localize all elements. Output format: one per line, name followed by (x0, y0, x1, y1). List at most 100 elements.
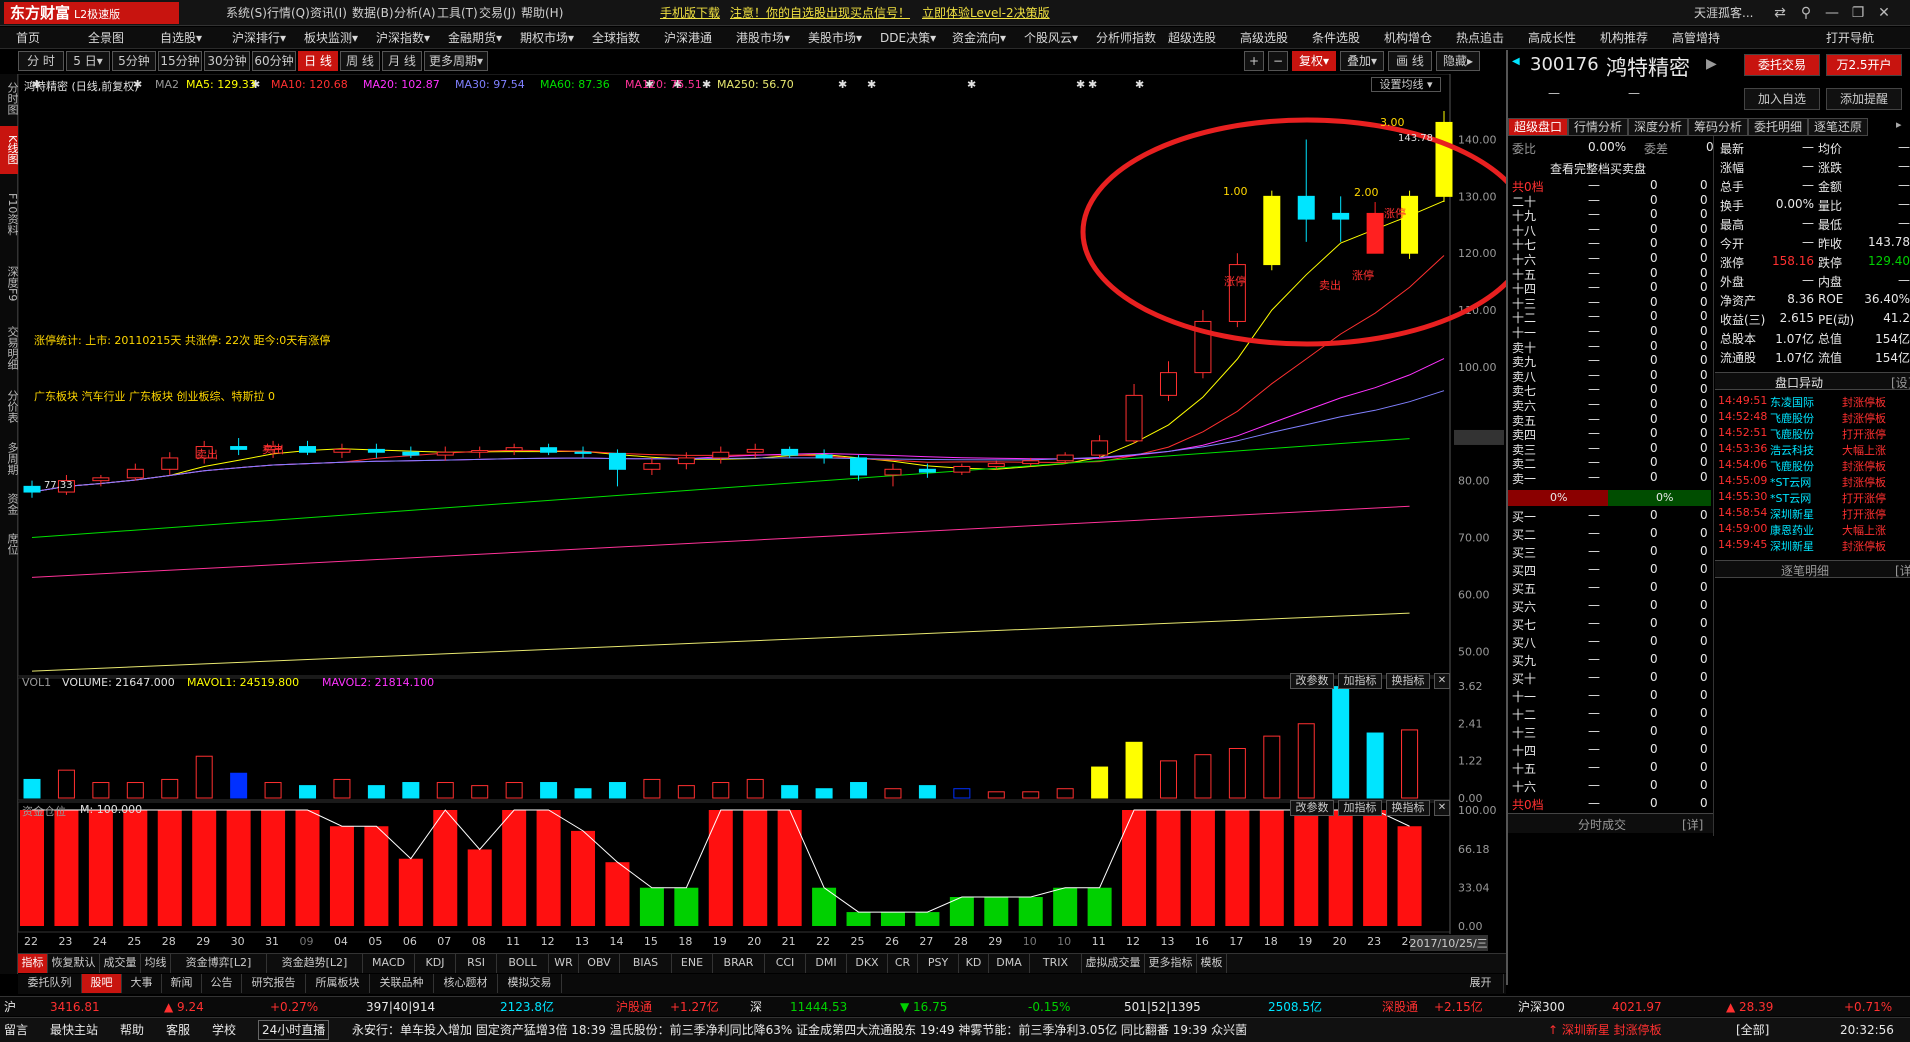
indicator-tab[interactable]: MACD (363, 954, 415, 973)
sz-index[interactable]: 11444.53 (790, 997, 847, 1017)
abnormal-stock[interactable]: 深圳新星 (1770, 538, 1814, 554)
restore-button[interactable]: ❐ (1848, 3, 1868, 23)
indicator-tab[interactable]: KDJ (415, 954, 456, 973)
kline-chart[interactable]: 140.00130.00120.00110.00100.00 87.5180.0… (18, 74, 1506, 954)
module-tab[interactable]: 关联品种 (370, 974, 434, 993)
news-quick-link[interactable]: 学校 (212, 1020, 236, 1040)
nav-item[interactable]: 期权市场▾ (520, 27, 574, 49)
menu-item[interactable]: 工具(T) (437, 0, 478, 26)
abnormal-stock[interactable]: *ST云网 (1770, 474, 1811, 490)
period-button[interactable]: 分 时 (18, 51, 64, 71)
promo-link[interactable]: 手机版下载 (660, 0, 720, 26)
nav-item[interactable]: 条件选股 (1312, 27, 1360, 49)
nav-item[interactable]: 分析师指数 (1096, 27, 1156, 49)
indicator-tab[interactable]: RSI (456, 954, 497, 973)
nav-item[interactable]: 资金流向▾ (952, 27, 1006, 49)
nav-item[interactable]: 沪深指数▾ (376, 27, 430, 49)
fund-panel-button[interactable]: 加指标 (1338, 800, 1382, 816)
nav-item[interactable]: 个股风云▾ (1024, 27, 1078, 49)
nav-item[interactable]: 热点追击 (1456, 27, 1504, 49)
nav-item[interactable]: 超级选股 (1168, 27, 1216, 49)
module-tab[interactable]: 大事 (122, 974, 162, 993)
menu-item[interactable]: 资讯(I) (310, 0, 347, 26)
vol-panel-button[interactable]: 加指标 (1338, 673, 1382, 689)
quote-action-button[interactable]: 万2.5开户 (1826, 54, 1902, 76)
menu-item[interactable]: 系统(S) (226, 0, 267, 26)
vol-panel-button[interactable]: 换指标 (1386, 673, 1430, 689)
nav-item[interactable]: 沪深港通 (664, 27, 712, 49)
left-tab[interactable]: 分时图 (0, 74, 19, 122)
quote-tab[interactable]: 筹码分析 (1688, 118, 1748, 136)
tabs-scroll-icon[interactable]: ▸ (1896, 118, 1910, 138)
sgt-label[interactable]: 深股通 (1382, 997, 1418, 1017)
nav-item[interactable]: 打开导航 (1826, 27, 1874, 49)
promo-link[interactable]: 立即体验Level-2决策版 (922, 0, 1050, 26)
quote-tab[interactable]: 行情分析 (1568, 118, 1628, 136)
abnormal-stock[interactable]: *ST云网 (1770, 490, 1811, 506)
news-quick-link[interactable]: 最快主站 (50, 1020, 98, 1040)
alert-all[interactable]: [全部] (1736, 1020, 1769, 1040)
indicator-tab[interactable]: OBV (579, 954, 620, 973)
period-button[interactable]: 月 线 (382, 51, 422, 71)
period-button[interactable]: 周 线 (340, 51, 380, 71)
nav-item[interactable]: 板块监测▾ (304, 27, 358, 49)
indicator-tab[interactable]: DKX (847, 954, 888, 973)
indicator-tab[interactable]: DMI (806, 954, 847, 973)
news-quick-link[interactable]: 24小时直播 (258, 1020, 330, 1040)
indicator-tab[interactable]: 指标 (18, 954, 48, 973)
nav-item[interactable]: 高管增持 (1672, 27, 1720, 49)
quote-tab[interactable]: 深度分析 (1628, 118, 1688, 136)
indicator-tab[interactable]: 虚拟成交量 (1082, 954, 1145, 973)
nav-item[interactable]: DDE决策▾ (880, 27, 936, 49)
module-tab[interactable]: 模拟交易 (498, 974, 562, 993)
period-button[interactable]: 15分钟 (158, 51, 202, 71)
left-tab[interactable]: 分价表 (0, 382, 19, 430)
quote-action-button[interactable]: 加入自选 (1744, 88, 1820, 110)
left-tab[interactable]: K线图 (0, 126, 19, 174)
nav-item[interactable]: 全球指数 (592, 27, 640, 49)
abnormal-stock[interactable]: 飞鹿股份 (1770, 458, 1814, 474)
module-tab[interactable]: 研究报告 (242, 974, 306, 993)
quote-action-button[interactable]: 委托交易 (1744, 54, 1820, 76)
left-tab[interactable]: F10资料 (0, 178, 19, 250)
indicator-tab[interactable]: 模板 (1197, 954, 1227, 973)
nav-item[interactable]: 机构推荐 (1600, 27, 1648, 49)
news-quick-link[interactable]: 帮助 (120, 1020, 144, 1040)
abnormal-set[interactable]: [设] (1891, 374, 1910, 391)
nav-item[interactable]: 沪深排行▾ (232, 27, 286, 49)
alert-text[interactable]: ↑ 深圳新星 封涨停板 (1548, 1020, 1662, 1040)
quote-tab[interactable]: 超级盘口 (1508, 118, 1568, 136)
indicator-tab[interactable]: BOLL (497, 954, 549, 973)
indicator-tab[interactable]: CR (888, 954, 918, 973)
indicator-tab[interactable]: KD (959, 954, 989, 973)
abnormal-stock[interactable]: 东凌国际 (1770, 394, 1814, 410)
fund-panel-button[interactable]: 改参数 (1290, 800, 1334, 816)
tick-detail[interactable]: [详] (1895, 562, 1910, 579)
chart-tool-button[interactable]: + (1244, 51, 1264, 71)
promo-link[interactable]: 注意！你的自选股出现买点信号！ (730, 0, 910, 26)
nav-item[interactable]: 自选股▾ (160, 27, 202, 49)
close-button[interactable]: ✕ (1874, 3, 1894, 23)
module-tab[interactable]: 股吧 (82, 974, 122, 993)
menu-item[interactable]: 数据(B) (352, 0, 394, 26)
left-tab[interactable]: 资金 (0, 486, 19, 522)
menu-item[interactable]: 帮助(H) (521, 0, 563, 26)
left-tab[interactable]: 交易明细 (0, 318, 19, 378)
indicator-tab[interactable]: 更多指标 (1145, 954, 1197, 973)
abnormal-stock[interactable]: 深圳新星 (1770, 506, 1814, 522)
abnormal-stock[interactable]: 浩云科技 (1770, 442, 1814, 458)
chart-tool-button[interactable]: 画 线 (1388, 51, 1432, 71)
indicator-tab[interactable]: PSY (918, 954, 959, 973)
indicator-tab[interactable]: BRAR (713, 954, 765, 973)
module-tab[interactable]: 公告 (202, 974, 242, 993)
period-button[interactable]: 60分钟 (252, 51, 296, 71)
full-book-link[interactable]: 查看完整档买卖盘 (1550, 160, 1646, 177)
time-trades-header[interactable]: 分时成交 [详] (1508, 813, 1713, 833)
module-tab[interactable]: 委托队列 (18, 974, 82, 993)
time-trades-detail[interactable]: [详] (1682, 816, 1703, 833)
sh-index[interactable]: 3416.81 (50, 997, 100, 1017)
prev-stock-icon[interactable]: ◀ (1512, 56, 1520, 67)
hs300-index[interactable]: 4021.97 (1612, 997, 1662, 1017)
indicator-tab[interactable]: 均线 (141, 954, 171, 973)
period-button[interactable]: 5 日▾ (66, 51, 110, 71)
